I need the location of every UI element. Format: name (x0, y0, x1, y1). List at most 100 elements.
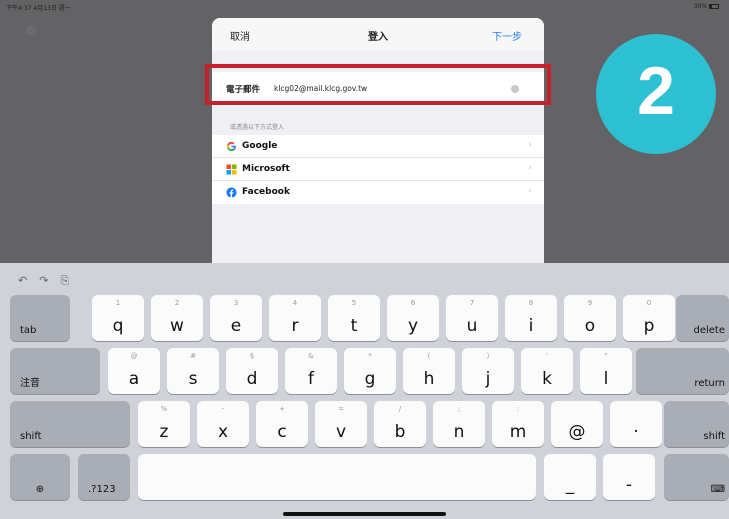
key-hint: 4 (292, 299, 298, 307)
space-bar[interactable] (138, 454, 536, 500)
key-w[interactable]: 2w (151, 295, 203, 341)
undo-icon[interactable]: ↶ (18, 274, 27, 288)
at-key[interactable]: @ (551, 401, 603, 447)
provider-label: Facebook (242, 187, 290, 197)
key-hint: ' (546, 352, 548, 360)
key-q[interactable]: 1q (92, 295, 144, 341)
battery-indicator: 30% (694, 3, 719, 10)
key-hint: 7 (469, 299, 475, 307)
key-v[interactable]: = v (315, 401, 367, 447)
globe-icon[interactable]: ⊕ (10, 454, 70, 500)
key-label: 注音 (20, 378, 40, 389)
provider-label: Google (242, 141, 278, 151)
key-label: r (291, 316, 299, 336)
key-c[interactable]: + c (256, 401, 308, 447)
period-key[interactable]: · (610, 401, 662, 447)
home-indicator (283, 512, 446, 516)
key-label: · (633, 422, 639, 442)
key-s[interactable]: # s (167, 348, 219, 394)
key-i[interactable]: 8i (505, 295, 557, 341)
numbers-key[interactable]: .?123 (78, 454, 130, 500)
shift-key-right[interactable]: shift (664, 401, 729, 447)
key-label: p (643, 316, 655, 336)
step-badge: 2 (596, 34, 716, 154)
key-b[interactable]: / b (374, 401, 426, 447)
key-label: e (230, 316, 242, 336)
key-hint: ; (457, 405, 461, 413)
key-label: ⊕ (35, 484, 45, 495)
key-label: shift (703, 431, 725, 442)
paste-icon[interactable]: ⎘ (60, 274, 69, 288)
key-label: b (394, 422, 406, 442)
return-key[interactable]: return (636, 348, 729, 394)
alt-sign-in-hint: 或透過以下方式登入 (230, 124, 285, 131)
provider-google[interactable]: Google › (212, 135, 544, 158)
key-hint: - (221, 405, 225, 413)
key-a[interactable]: @ a (108, 348, 160, 394)
key-u[interactable]: 7u (446, 295, 498, 341)
key-hint: * (368, 352, 372, 360)
key-label: m (509, 422, 527, 442)
status-bar: 下午4:37 4月13日 週一 30% (0, 0, 729, 12)
key-h[interactable]: (h (403, 348, 455, 394)
key-label: s (188, 369, 198, 389)
provider-label: Microsoft (242, 164, 290, 174)
key-z[interactable]: % z (138, 401, 190, 447)
key-label: @ (568, 422, 586, 442)
delete-key[interactable]: delete (676, 295, 729, 341)
key-label: y (407, 316, 419, 336)
chevron-right-icon: › (528, 140, 532, 150)
key-label: j (485, 369, 491, 389)
key-label: ⌨ (710, 484, 725, 495)
key-label: h (423, 369, 435, 389)
zhuyin-key[interactable]: 注音 (10, 348, 100, 394)
dash-key[interactable]: - (603, 454, 655, 500)
key-hint: / (398, 405, 402, 413)
shift-key-left[interactable]: shift (10, 401, 130, 447)
key-d[interactable]: $ d (226, 348, 278, 394)
provider-facebook[interactable]: Facebook › (212, 181, 544, 204)
key-hint: 3 (233, 299, 239, 307)
key-label: g (364, 369, 376, 389)
key-label: l (603, 369, 609, 389)
key-y[interactable]: 6y (387, 295, 439, 341)
redo-icon[interactable]: ↷ (39, 274, 48, 288)
key-m[interactable]: :m (492, 401, 544, 447)
key-label: c (277, 422, 287, 442)
key-l[interactable]: " l (580, 348, 632, 394)
key-label: delete (693, 325, 725, 336)
key-label: d (246, 369, 258, 389)
key-j[interactable]: ) j (462, 348, 514, 394)
key-hint: # (190, 352, 196, 360)
key-hint: % (160, 405, 168, 413)
key-hint: ) (486, 352, 490, 360)
key-n[interactable]: ; n (433, 401, 485, 447)
gear-icon[interactable] (24, 24, 38, 38)
key-p[interactable]: 0p (623, 295, 675, 341)
key-label: i (528, 316, 534, 336)
chevron-right-icon: › (528, 186, 532, 196)
key-e[interactable]: 3e (210, 295, 262, 341)
key-r[interactable]: 4r (269, 295, 321, 341)
key-label: _ (565, 475, 575, 495)
keyboard-dismiss-icon[interactable]: ⌨ (664, 454, 729, 500)
key-g[interactable]: * g (344, 348, 396, 394)
key-t[interactable]: 5t (328, 295, 380, 341)
key-hint: ( (427, 352, 431, 360)
provider-microsoft[interactable]: Microsoft › (212, 158, 544, 181)
key-f[interactable]: & f (285, 348, 337, 394)
key-hint: 0 (646, 299, 652, 307)
key-label: t (350, 316, 358, 336)
underscore-key[interactable]: _ (544, 454, 596, 500)
status-time: 下午4:37 4月13日 週一 (6, 5, 71, 12)
key-k[interactable]: ' k (521, 348, 573, 394)
battery-icon (709, 4, 719, 9)
key-x[interactable]: -x (197, 401, 249, 447)
next-button[interactable]: 下一步 (492, 28, 522, 43)
key-label: n (453, 422, 465, 442)
key-hint: @ (130, 352, 138, 360)
tab-key[interactable]: tab (10, 295, 70, 341)
key-hint: 5 (351, 299, 357, 307)
key-o[interactable]: 9o (564, 295, 616, 341)
key-label: x (217, 422, 229, 442)
